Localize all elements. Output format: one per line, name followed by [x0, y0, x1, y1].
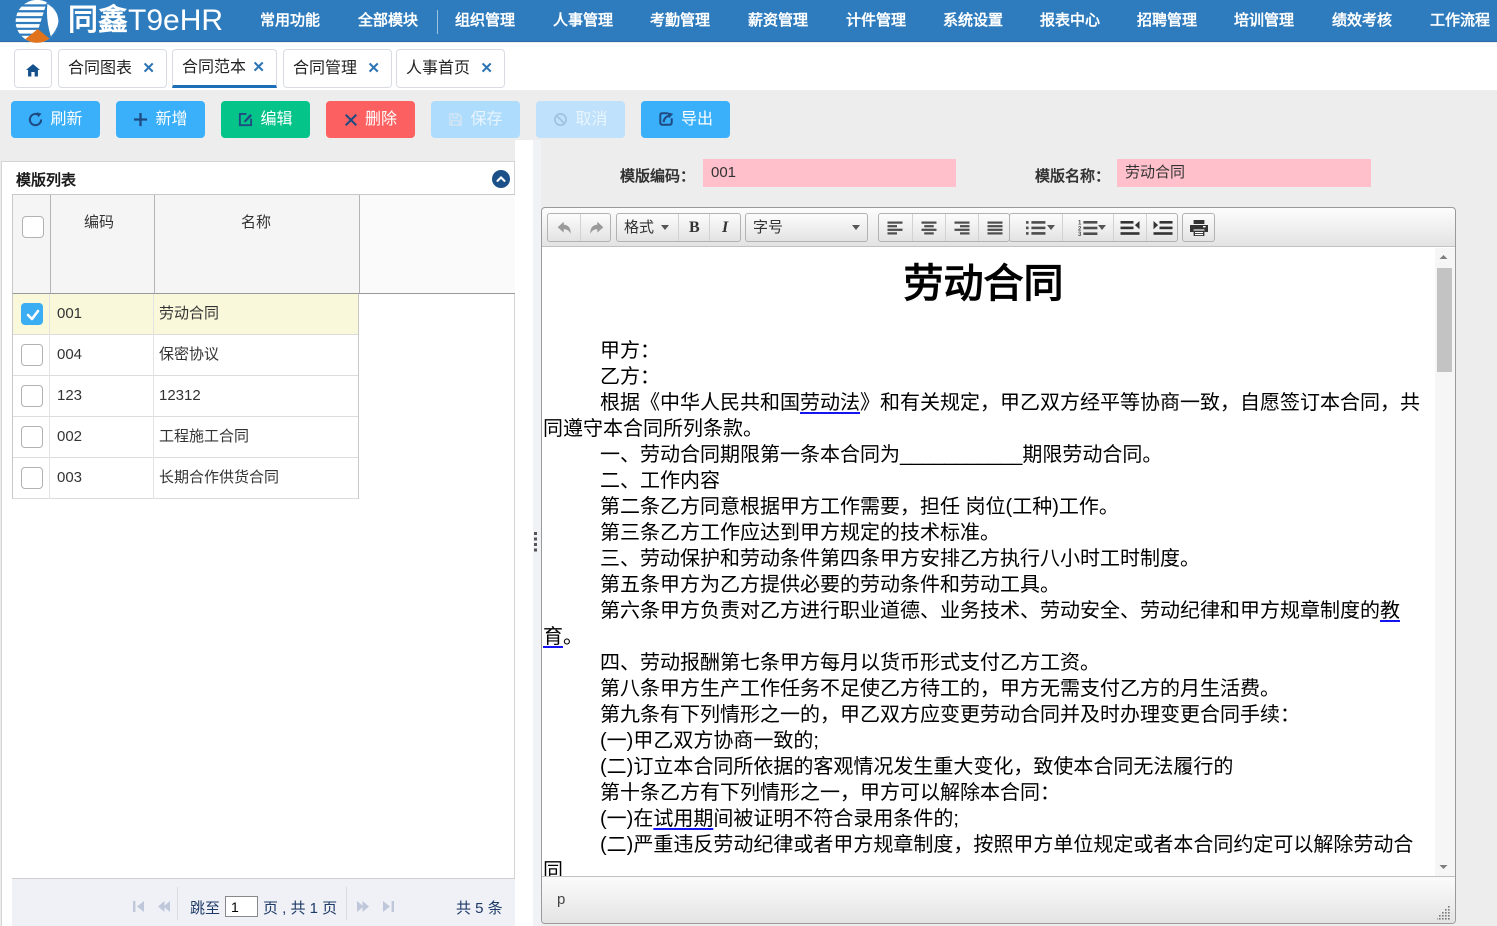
svg-text:3: 3 — [1078, 232, 1082, 236]
